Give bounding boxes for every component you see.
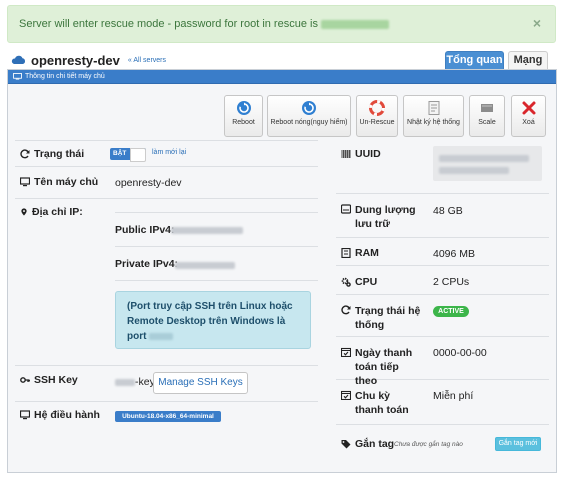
system-status-label: Trạng thái hệ thống (341, 304, 425, 332)
ssh-key-label: SSH Key (20, 374, 78, 386)
alert-message: Server will enter rescue mode - password… (19, 18, 318, 30)
hard-reboot-label: Reboot nóng(nguy hiểm) (270, 119, 348, 126)
desktop-icon (20, 177, 30, 187)
tab-network[interactable]: Mạng (508, 51, 548, 70)
private-ipv4-label: Private IPv4: (115, 258, 179, 270)
delete-button[interactable]: Xoá (511, 95, 546, 137)
cpu-value: 2 CPUs (433, 276, 470, 288)
close-icon[interactable]: × (533, 15, 541, 31)
rescue-alert: Server will enter rescue mode - password… (7, 5, 556, 43)
calendar-check-icon (341, 390, 351, 400)
reboot-icon (236, 101, 251, 115)
server-header: openresty-dev « All servers (10, 52, 166, 68)
tag-label: Gắn tag (341, 438, 394, 450)
panel-title: Thông tin chi tiết máy chủ (25, 73, 105, 80)
cpu-label: CPU (341, 276, 377, 288)
storage-value: 48 GB (433, 205, 463, 217)
ssh-key-suffix: -key (135, 376, 155, 388)
ip-label: Địa chỉ IP: (20, 206, 83, 218)
unrescue-button[interactable]: Un-Rescue (356, 95, 398, 137)
scale-button[interactable]: Scale (469, 95, 505, 137)
status-label: Trạng thái (20, 148, 84, 160)
public-ipv4-masked (171, 227, 243, 234)
delete-icon (522, 101, 535, 115)
reboot-label: Reboot (232, 119, 255, 126)
public-ipv4-label: Public IPv4: (115, 224, 175, 236)
tags-icon (341, 440, 351, 449)
ram-value: 4096 MB (433, 248, 476, 260)
os-badge: Ubuntu-18.04-x86_64-minimal (115, 411, 221, 422)
scale-icon (481, 104, 493, 112)
ssh-port-note: (Port truy cập SSH trên Linux hoặc Remot… (115, 291, 311, 349)
unrescue-label: Un-Rescue (359, 119, 395, 126)
hard-reboot-icon (302, 101, 316, 115)
panel-header: Thông tin chi tiết máy chủ (8, 70, 556, 84)
uuid-label: UUID (341, 148, 381, 160)
manage-ssh-keys-button[interactable]: Manage SSH Keys (153, 372, 248, 394)
billing-cycle-label: Chu kỳ thanh toán (341, 389, 421, 417)
add-tag-button[interactable]: Gắn tag mới (495, 437, 541, 451)
all-servers-link[interactable]: « All servers (128, 57, 166, 64)
reboot-button[interactable]: Reboot (224, 95, 263, 137)
hdd-icon (341, 204, 351, 214)
scale-label: Scale (478, 119, 496, 126)
hostname-label: Tên máy chủ (20, 176, 98, 188)
billing-cycle-value: Miễn phí (433, 390, 474, 402)
ssh-port-masked (149, 332, 174, 340)
cogs-icon (341, 277, 351, 287)
status-toggle[interactable]: BẬT (110, 148, 146, 162)
private-ipv4-masked (175, 262, 235, 269)
refresh-icon (341, 305, 351, 315)
ssh-key-name-masked (115, 379, 135, 386)
refresh-icon (20, 149, 30, 159)
delete-label: Xoá (522, 119, 535, 126)
storage-label: Dung lượng lưu trữ (341, 203, 421, 231)
log-icon (428, 101, 439, 115)
calendar-check-icon (341, 347, 351, 357)
cloud-icon (11, 55, 26, 64)
tag-note: Chưa được gắn tag nào (394, 441, 463, 448)
key-icon (20, 377, 30, 383)
active-badge: ACTIVE (433, 306, 469, 317)
system-log-button[interactable]: Nhật ký hệ thống (403, 95, 464, 137)
hard-reboot-button[interactable]: Reboot nóng(nguy hiểm) (267, 95, 351, 137)
monitor-icon (13, 73, 22, 80)
map-marker-icon (21, 208, 27, 216)
desktop-icon (20, 410, 30, 420)
lifebuoy-icon (369, 100, 385, 116)
barcode-icon (341, 150, 351, 158)
refresh-link[interactable]: làm mới lại (152, 149, 186, 156)
uuid-value-masked (433, 146, 542, 181)
os-label: Hệ điều hành (20, 409, 100, 421)
ram-label: RAM (341, 247, 379, 259)
masked-password (321, 19, 390, 29)
memory-icon (341, 248, 351, 258)
tab-overview[interactable]: Tổng quan (445, 51, 504, 70)
system-log-label: Nhật ký hệ thống (407, 119, 460, 126)
hostname-value: openresty-dev (115, 177, 182, 189)
next-payment-value: 0000-00-00 (433, 347, 487, 359)
next-payment-label: Ngày thanh toán tiếp theo (341, 346, 421, 388)
server-name: openresty-dev (31, 52, 120, 68)
